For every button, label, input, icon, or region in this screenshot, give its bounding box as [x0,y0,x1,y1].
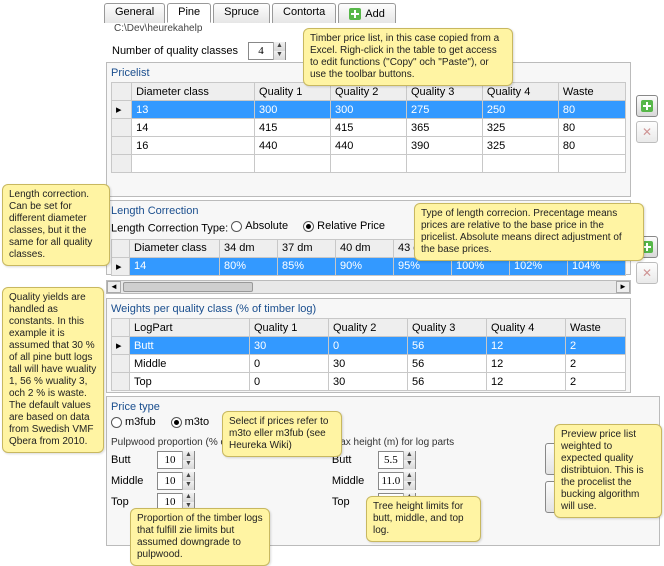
delete-icon [642,125,652,139]
callout-lengthcorr-left: Length correction. Can be set for differ… [2,184,110,266]
callout-quality: Quality yields are handled as constants.… [2,287,104,453]
table-row[interactable]: ▸ 1330030027525080 [112,101,626,119]
tab-add[interactable]: Add [338,3,396,23]
pricelist-delete-button[interactable] [636,121,658,143]
tab-pine[interactable]: Pine [167,3,211,23]
callout-lengthcorr-right: Type of length correcion. Precentage mea… [414,203,644,261]
num-classes-spinner[interactable]: ▲▼ [248,42,286,60]
table-row[interactable]: 1644044039032580 [112,137,626,155]
table-row[interactable] [112,155,626,173]
radio-m3to[interactable]: m3to [171,416,209,428]
num-classes-input[interactable] [249,44,273,58]
scroll-left-icon[interactable]: ◄ [107,281,121,293]
pulp-middle-spinner[interactable]: ▲▼ [157,472,195,490]
table-row[interactable]: Middle03056122 [112,355,626,373]
scroll-thumb[interactable] [123,282,253,292]
radio-relative[interactable]: Relative Price [303,220,385,232]
table-row[interactable]: ▸Butt30056122 [112,337,626,355]
spin-up-icon[interactable]: ▲ [273,42,285,51]
scroll-right-icon[interactable]: ► [616,281,630,293]
pulp-butt-spinner[interactable]: ▲▼ [157,451,195,469]
horizontal-scrollbar[interactable]: ◄ ► [106,280,631,294]
tab-contorta[interactable]: Contorta [272,3,336,23]
plus-icon [641,100,653,112]
weights-table[interactable]: LogPart Quality 1 Quality 2 Quality 3 Qu… [111,318,626,391]
spin-down-icon[interactable]: ▼ [273,51,285,60]
file-path: C:\Dev\heurekahelp [114,23,202,34]
tab-general[interactable]: General [104,3,165,23]
col-diameter[interactable]: Diameter class [132,83,255,101]
num-classes-label: Number of quality classes [112,45,238,57]
maxh-middle-spinner[interactable]: ▲▼ [378,472,416,490]
tab-add-label: Add [365,8,385,20]
pulp-butt-label: Butt [111,454,151,466]
lengthcorr-delete-button[interactable] [636,262,658,284]
callout-pricetype: Select if prices refer to m3to eller m3f… [222,411,342,457]
pulp-top-label: Top [111,496,151,508]
callout-pulpwood: Proportion of the timber logs that fulfi… [130,508,270,566]
pricelist-add-button[interactable] [636,95,658,117]
plus-icon [349,8,361,20]
radio-absolute[interactable]: Absolute [231,220,288,232]
tab-spruce[interactable]: Spruce [213,3,270,23]
weights-title: Weights per quality class (% of timber l… [111,303,626,315]
delete-icon [642,266,652,280]
maxh-middle-label: Middle [332,475,372,487]
pulp-middle-label: Middle [111,475,151,487]
maxh-butt-spinner[interactable]: ▲▼ [378,451,416,469]
pricetype-title: Price type [111,401,655,413]
pricelist-table[interactable]: Diameter class Quality 1 Quality 2 Quali… [111,82,626,173]
radio-m3fub[interactable]: m3fub [111,416,156,428]
lengthcorr-type-label: Length Correction Type: [111,223,228,235]
callout-preview: Preview price list weighted to expected … [554,424,662,518]
maxh-title: Max height (m) for log parts [332,437,454,448]
callout-pricelist: Timber price list, in this case copied f… [303,28,513,86]
table-row[interactable]: 1441541536532580 [112,119,626,137]
table-row[interactable]: Top03056122 [112,373,626,391]
callout-treeheight: Tree height limits for butt, middle, and… [366,496,481,542]
col-waste[interactable]: Waste [558,83,625,101]
